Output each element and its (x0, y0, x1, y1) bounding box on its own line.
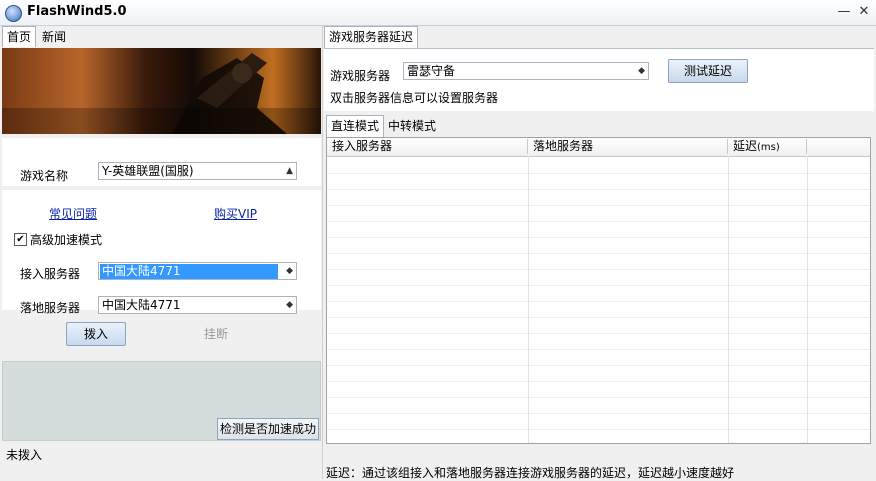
dropdown-arrow-icon: ▲ (286, 166, 293, 176)
access-server-value: 中国大陆4771 (100, 264, 278, 279)
tab-server-latency-label: 游戏服务器延迟 (329, 30, 414, 44)
column-divider (807, 156, 808, 443)
buy-vip-link[interactable]: 购买VIP (214, 205, 257, 222)
game-banner-image (2, 48, 321, 134)
latency-footer-note: 延迟：通过该组接入和落地服务器连接游戏服务器的延迟，延迟越小速度越好 (326, 466, 735, 480)
banner-figure (2, 53, 321, 134)
connection-status: 未拨入 (6, 448, 43, 462)
tab-relay-mode-label: 中转模式 (388, 119, 437, 133)
tab-home-label: 首页 (7, 30, 32, 44)
landing-server-label: 落地服务器 (20, 301, 81, 315)
access-server-select[interactable]: 中国大陆4771 ◆ (98, 262, 297, 280)
advanced-mode-label: 高级加速模式 (30, 233, 103, 247)
faq-link[interactable]: 常见问题 (49, 205, 97, 222)
tab-home[interactable]: 首页 (2, 26, 37, 47)
game-server-value: 雷瑟守备 (407, 64, 456, 78)
server-hint: 双击服务器信息可以设置服务器 (330, 91, 499, 105)
tab-direct-mode[interactable]: 直连模式 (326, 115, 385, 137)
panel-divider[interactable] (322, 26, 323, 479)
title-bar: FlashWind5.0 — ✕ (0, 0, 876, 26)
minimize-icon[interactable]: — (836, 4, 852, 20)
game-server-select[interactable]: 雷瑟守备 ◆ (403, 62, 649, 80)
column-latency-label: 延迟 (733, 139, 758, 153)
dropdown-arrow-icon: ◆ (286, 266, 293, 276)
tab-news-label: 新闻 (42, 30, 67, 44)
access-server-label: 接入服务器 (20, 267, 81, 281)
column-latency[interactable]: 延迟(ms) (728, 139, 807, 154)
game-select-value: Y-英雄联盟(国服) (102, 164, 194, 178)
column-divider (528, 156, 529, 443)
landing-server-select[interactable]: 中国大陆4771 ◆ (98, 296, 297, 314)
test-latency-button[interactable]: 测试延迟 (668, 59, 748, 83)
server-table: 接入服务器 落地服务器 延迟(ms) (326, 137, 871, 444)
check-acceleration-button[interactable]: 检测是否加速成功 (217, 418, 319, 440)
column-access-server[interactable]: 接入服务器 (327, 139, 528, 154)
column-landing-server-label: 落地服务器 (533, 139, 594, 153)
connect-button[interactable]: 拨入 (66, 322, 126, 346)
column-access-server-label: 接入服务器 (332, 139, 393, 153)
checkbox-checked-icon[interactable]: ✔ (14, 233, 27, 246)
tab-server-latency[interactable]: 游戏服务器延迟 (324, 26, 419, 48)
table-header: 接入服务器 落地服务器 延迟(ms) (327, 138, 870, 157)
tab-relay-mode[interactable]: 中转模式 (384, 117, 440, 136)
hangup-button[interactable]: 挂断 (184, 322, 248, 346)
flashwind-logo-icon (5, 5, 22, 22)
game-server-label: 游戏服务器 (330, 69, 391, 83)
dropdown-arrow-icon: ◆ (638, 66, 645, 76)
tab-news[interactable]: 新闻 (38, 28, 70, 46)
column-latency-unit: (ms) (757, 142, 780, 153)
tab-direct-mode-label: 直连模式 (331, 119, 380, 133)
dropdown-arrow-icon: ◆ (286, 300, 293, 310)
column-divider (728, 156, 729, 443)
game-name-label: 游戏名称 (20, 169, 69, 183)
column-landing-server[interactable]: 落地服务器 (528, 139, 728, 154)
close-icon[interactable]: ✕ (856, 4, 872, 20)
landing-server-value: 中国大陆4771 (102, 298, 181, 312)
game-select[interactable]: Y-英雄联盟(国服) ▲ (98, 162, 297, 180)
window-title: FlashWind5.0 (27, 4, 127, 19)
